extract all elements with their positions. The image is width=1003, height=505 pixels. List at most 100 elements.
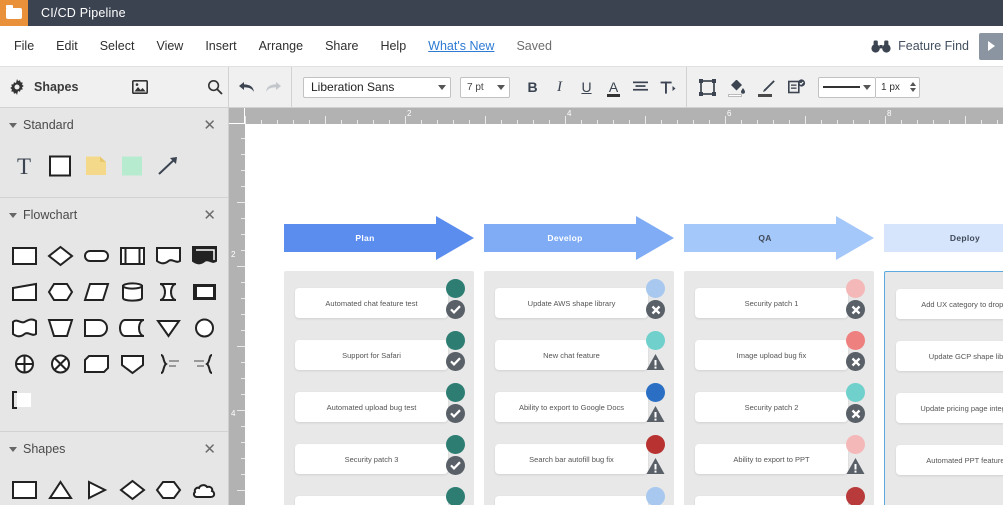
font-color-button[interactable]: A bbox=[600, 74, 627, 100]
shape-outline-button[interactable] bbox=[692, 74, 722, 100]
close-icon[interactable]: ✕ bbox=[203, 208, 216, 223]
menu-share[interactable]: Share bbox=[325, 35, 358, 57]
or-shape[interactable] bbox=[42, 346, 78, 382]
task-card[interactable]: Add UX category to drop-down bbox=[896, 289, 1003, 319]
stepper-icon[interactable] bbox=[910, 82, 916, 92]
search-button[interactable] bbox=[202, 74, 228, 100]
cloud-shape[interactable] bbox=[186, 472, 222, 505]
green-rect-shape[interactable] bbox=[114, 148, 150, 184]
menu-view[interactable]: View bbox=[156, 35, 183, 57]
text-format-button[interactable] bbox=[654, 74, 681, 100]
task-card[interactable]: Automated upload bug test bbox=[295, 392, 448, 422]
direct-data-shape[interactable] bbox=[150, 274, 186, 310]
delay-shape[interactable] bbox=[78, 346, 114, 382]
summing-junction-shape[interactable] bbox=[6, 346, 42, 382]
font-size-select[interactable]: 7 pt bbox=[460, 76, 510, 98]
menu-whats-new[interactable]: What's New bbox=[428, 35, 494, 57]
brace-right-shape[interactable] bbox=[150, 346, 186, 382]
decision-shape[interactable] bbox=[42, 238, 78, 274]
note-shape[interactable] bbox=[78, 148, 114, 184]
canvas-area[interactable]: 2 4 6 8 2 4 Plan Automated chat feature … bbox=[229, 108, 1003, 505]
task-card[interactable]: Update GCP shape library bbox=[896, 341, 1003, 371]
shadow-style-button[interactable] bbox=[782, 74, 812, 100]
menu-select[interactable]: Select bbox=[100, 35, 135, 57]
feature-find-button[interactable]: Feature Find bbox=[871, 39, 969, 53]
underline-button[interactable]: U bbox=[573, 74, 600, 100]
rectangle-shape[interactable] bbox=[42, 148, 78, 184]
task-card[interactable]: Ability to export to Google Docs bbox=[495, 392, 648, 422]
hexagon-shape[interactable] bbox=[150, 472, 186, 505]
database-shape[interactable] bbox=[114, 274, 150, 310]
multi-document-shape[interactable] bbox=[186, 238, 222, 274]
menu-help[interactable]: Help bbox=[380, 35, 406, 57]
stage-body-deploy[interactable]: Add UX category to drop-down Update GCP … bbox=[884, 271, 1003, 505]
task-card[interactable]: Security patch 1 bbox=[695, 288, 848, 318]
task-card[interactable]: Ability to export to PPT bbox=[695, 444, 848, 474]
task-card[interactable]: Automated chat feature test bbox=[295, 288, 448, 318]
section-header-shapes[interactable]: Shapes ✕ bbox=[0, 432, 228, 466]
menu-insert[interactable]: Insert bbox=[205, 35, 236, 57]
card-shape[interactable] bbox=[6, 382, 42, 418]
task-card[interactable]: Update AWS shape library bbox=[495, 288, 648, 318]
data-shape[interactable] bbox=[78, 274, 114, 310]
terminator-shape[interactable] bbox=[78, 238, 114, 274]
manual-input-shape[interactable] bbox=[6, 274, 42, 310]
rect-shape[interactable] bbox=[6, 472, 42, 505]
menu-file[interactable]: File bbox=[14, 35, 34, 57]
section-header-flowchart[interactable]: Flowchart ✕ bbox=[0, 198, 228, 232]
paper-tape-shape[interactable] bbox=[6, 310, 42, 346]
brace-left-shape[interactable] bbox=[186, 346, 222, 382]
stage-body-qa[interactable]: Security patch 1 Image upload bug fix Se… bbox=[684, 271, 874, 505]
font-family-select[interactable]: Liberation Sans bbox=[303, 76, 451, 98]
internal-storage-shape[interactable] bbox=[186, 274, 222, 310]
stage-arrow-plan[interactable]: Plan bbox=[284, 216, 474, 260]
task-card[interactable]: Icons not loading bug fix bbox=[495, 496, 648, 505]
task-card[interactable]: Search bar autofill bug fix bbox=[495, 444, 648, 474]
stage-body-plan[interactable]: Automated chat feature test Support for … bbox=[284, 271, 474, 505]
extract-shape[interactable] bbox=[114, 346, 150, 382]
play-shape[interactable] bbox=[78, 472, 114, 505]
stored-data-shape[interactable] bbox=[114, 310, 150, 346]
fill-color-button[interactable] bbox=[722, 74, 752, 100]
predefined-process-shape[interactable] bbox=[114, 238, 150, 274]
share-button[interactable] bbox=[979, 32, 1003, 60]
task-card[interactable]: Support for Safari bbox=[295, 340, 448, 370]
task-card[interactable]: Security patch 2 bbox=[695, 392, 848, 422]
image-button[interactable] bbox=[127, 74, 153, 100]
task-card[interactable]: Japanese font bug fix bbox=[695, 496, 848, 505]
arrow-shape[interactable] bbox=[150, 148, 186, 184]
task-card[interactable]: Data import bug fix bbox=[295, 496, 448, 505]
undo-button[interactable] bbox=[234, 74, 260, 100]
diamond-shape[interactable] bbox=[114, 472, 150, 505]
task-card[interactable]: Update pricing page integration bbox=[896, 393, 1003, 423]
task-card[interactable]: New chat feature bbox=[495, 340, 648, 370]
line-width-input[interactable]: 1 px bbox=[876, 76, 920, 98]
stage-arrow-deploy[interactable]: Deploy bbox=[884, 216, 1003, 260]
section-header-standard[interactable]: Standard ✕ bbox=[0, 108, 228, 142]
bold-button[interactable]: B bbox=[519, 74, 546, 100]
manual-operation-shape[interactable] bbox=[42, 310, 78, 346]
close-icon[interactable]: ✕ bbox=[203, 118, 216, 133]
close-icon[interactable]: ✕ bbox=[203, 442, 216, 457]
line-style-select[interactable] bbox=[818, 76, 876, 98]
merge-shape[interactable] bbox=[150, 310, 186, 346]
align-button[interactable] bbox=[627, 74, 654, 100]
text-shape[interactable]: T bbox=[6, 148, 42, 184]
menu-arrange[interactable]: Arrange bbox=[259, 35, 303, 57]
display-shape[interactable] bbox=[78, 310, 114, 346]
line-color-button[interactable] bbox=[752, 74, 782, 100]
document-shape[interactable] bbox=[150, 238, 186, 274]
italic-button[interactable]: I bbox=[546, 74, 573, 100]
stage-arrow-qa[interactable]: QA bbox=[684, 216, 874, 260]
task-card[interactable]: Security patch 3 bbox=[295, 444, 448, 474]
triangle-shape[interactable] bbox=[42, 472, 78, 505]
task-card[interactable]: Automated PPT feature test bbox=[896, 445, 1003, 475]
preparation-shape[interactable] bbox=[42, 274, 78, 310]
process-shape[interactable] bbox=[6, 238, 42, 274]
menu-edit[interactable]: Edit bbox=[56, 35, 78, 57]
stage-arrow-develop[interactable]: Develop bbox=[484, 216, 674, 260]
or-circle-shape[interactable] bbox=[186, 310, 222, 346]
stage-body-develop[interactable]: Update AWS shape library New chat featur… bbox=[484, 271, 674, 505]
redo-button[interactable] bbox=[260, 74, 286, 100]
diagram-page[interactable]: Plan Automated chat feature test Support… bbox=[245, 124, 1003, 505]
